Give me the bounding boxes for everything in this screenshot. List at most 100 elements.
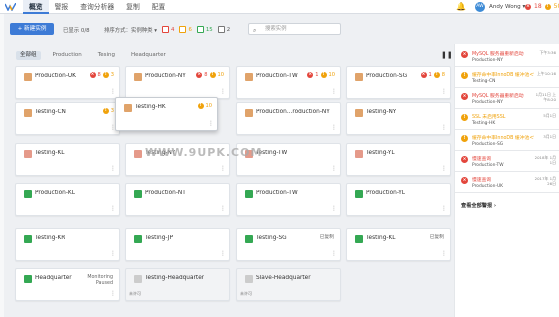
more-menu-icon[interactable]: ⋮ [110,250,116,257]
more-menu-icon[interactable]: ⋮ [220,88,226,95]
warning-count: 8 [441,72,445,78]
more-menu-icon[interactable]: ⋮ [331,250,337,257]
instance-alert-counts[interactable]: ! 10 [197,103,212,109]
more-menu-icon[interactable]: ⋮ [441,165,447,172]
header-alert-counts[interactable]: × 18 ! 50 [525,3,559,10]
filter-ok[interactable]: 15 [196,26,213,33]
checkbox-icon [162,26,169,33]
instance-card[interactable]: Production-TW ⋮ [236,183,341,216]
instance-alert-counts[interactable]: ! 3 [102,108,114,114]
avatar[interactable]: AW [475,2,485,12]
more-menu-icon[interactable]: ⋮ [441,205,447,212]
more-menu-icon[interactable]: ⋮ [220,250,226,257]
checkbox-icon [196,26,204,33]
warning-icon: ! [102,108,109,114]
instance-card[interactable]: Production-NT ⋮ [125,183,230,216]
user-name[interactable]: Andy Wong ▾ [489,4,525,10]
instance-alert-counts[interactable]: × 8! 10 [196,72,224,78]
instance-card[interactable]: Production-YL ⋮ [346,183,451,216]
instance-card[interactable]: Production-UK × 8! 3 ⋮ [15,66,120,99]
instance-name: Testing-Headquarter [145,275,205,281]
instance-card[interactable]: Testing-KR ⋮ [15,228,120,261]
instance-card[interactable]: Testing-KL ⋮ [15,143,120,176]
more-menu-icon[interactable]: ⋮ [331,124,337,131]
database-icon [24,73,32,81]
sort-dropdown[interactable]: 排序方式：实例种类 ▾ [104,26,157,34]
instance-card[interactable]: Production...roduction-NY ⋮ [236,102,341,135]
instance-alert-counts[interactable]: × 1! 10 [307,72,335,78]
filter-critical[interactable]: 4 [162,26,174,33]
instance-card[interactable]: Testing-SG 已复制 ⋮ [236,228,341,261]
instance-card[interactable]: Testing-HK! 10 ⋮ [115,97,218,131]
filter-all-groups[interactable]: 全部组 [16,51,41,60]
more-menu-icon[interactable]: ⋮ [110,88,116,95]
more-menu-icon[interactable]: ⋮ [110,205,116,212]
database-icon [355,190,363,198]
instance-name: Production-NY [145,73,186,79]
more-menu-icon[interactable]: ⋮ [331,205,337,212]
alert-item[interactable]: ! 缓存命中率InnoDB 缓冲池<90%Testing-CN 上午10:16 [455,67,559,88]
warning-icon: ! [433,72,440,78]
database-icon [355,150,363,158]
database-icon [24,235,32,243]
alert-title: 慢速查询 [472,178,492,183]
instance-alert-counts[interactable]: × 1! 8 [420,72,445,78]
instance-alert-counts[interactable]: × 8! 3 [89,72,114,78]
tab-overview[interactable]: 概览 [23,0,49,14]
filter-warning[interactable]: 6 [179,26,192,33]
app-logo-icon[interactable] [5,3,16,11]
instance-name: Production-TW [256,190,298,196]
instance-card[interactable]: Testing-CN! 3 ⋮ [15,102,120,135]
instance-card[interactable]: Testing-JP ⋮ [125,228,230,261]
pause-icon[interactable]: ❚❚ [441,51,453,59]
new-instance-button[interactable]: + 新建实例 [10,23,54,35]
instance-card[interactable]: Slave-Headquarter 未许可 [236,268,341,301]
more-menu-icon[interactable]: ⋮ [110,124,116,131]
alert-item[interactable]: ! 缓存命中率InnoDB 缓冲池<90%Production-SG 3月1日 [455,130,559,151]
alert-item[interactable]: ! SSL 未启用SSL Testing-HK 5月1日 [455,109,559,130]
alert-time: 3月1日 [543,134,556,139]
instance-name: Testing-YL [366,150,395,156]
more-menu-icon[interactable]: ⋮ [441,250,447,257]
instance-card[interactable]: Testing-Headquarter 未许可 [125,268,230,301]
instance-card[interactable]: Production-TW × 1! 10 ⋮ [236,66,341,99]
filter-tesing[interactable]: Tesing [94,51,119,60]
instance-card[interactable]: Testing-YL ⋮ [346,143,451,176]
filter-production[interactable]: Production [49,51,86,60]
view-all-alerts-link[interactable]: 查看全部警报 › [461,202,496,209]
more-menu-icon[interactable]: ⋮ [441,88,447,95]
bell-icon[interactable]: 🔔 [456,2,466,11]
alert-item[interactable]: × MySQL 服务器重新启动 Production-NY 1月11日 上午8:20 [455,88,559,109]
search-input[interactable]: ⌕ 搜索实例 [248,23,341,35]
filter-headquarter[interactable]: Headquarter [127,51,170,60]
tab-alerts[interactable]: 警报 [49,0,75,14]
alert-instance: Production-UK [472,184,504,189]
instance-card[interactable]: Testing-NY ⋮ [346,102,451,135]
more-menu-icon[interactable]: ⋮ [331,165,337,172]
more-menu-icon[interactable]: ⋮ [220,205,226,212]
instance-card[interactable]: Production-SG × 1! 8 ⋮ [346,66,451,99]
instance-card[interactable]: Headquarter Monitoring Paused ⋮ [15,268,120,301]
alert-item[interactable]: × 慢速查询 Production-TW 2018年 1月1日 [455,151,559,172]
filter-other[interactable]: 2 [217,26,230,33]
more-menu-icon[interactable]: ⋮ [331,88,337,95]
more-menu-icon[interactable]: ⋮ [110,165,116,172]
instance-name: Headquarter [35,275,72,281]
tab-configuration[interactable]: 配置 [146,0,172,14]
more-menu-icon[interactable]: ⋮ [208,120,214,127]
instance-card[interactable]: Production-NY × 8! 10 ⋮ [125,66,230,99]
tab-query-analyzer[interactable]: 查询分析器 [74,0,120,14]
database-icon [24,190,32,198]
tab-replication[interactable]: 复制 [120,0,146,14]
alert-title: MySQL 服务器重新启动 [472,52,524,57]
database-icon [245,73,253,81]
instance-card[interactable]: Production-KL ⋮ [15,183,120,216]
alert-item[interactable]: × MySQL 服务器重新启动 Production-NY 下午3:36 [455,46,559,67]
license-status: 未许可 [240,291,252,296]
alert-item[interactable]: × 慢速查询 Production-UK 2017年 1月26日 [455,172,559,193]
more-menu-icon[interactable]: ⋮ [220,165,226,172]
instance-card[interactable]: Testing-KL 已复制 ⋮ [346,228,451,261]
more-menu-icon[interactable]: ⋮ [110,290,116,297]
more-menu-icon[interactable]: ⋮ [441,124,447,131]
warning-icon: ! [461,72,468,79]
